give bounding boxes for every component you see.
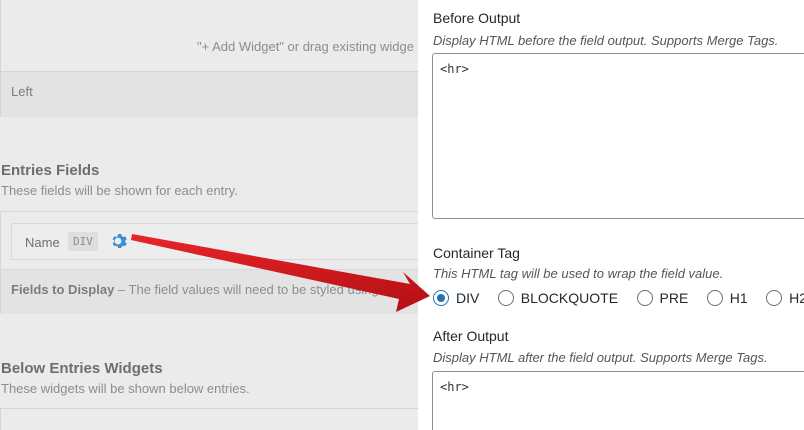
before-output-description: Display HTML before the field output. Su… xyxy=(433,33,779,48)
before-output-textarea[interactable]: <hr> xyxy=(432,53,804,219)
container-tag-description: This HTML tag will be used to wrap the f… xyxy=(433,266,724,281)
after-output-description: Display HTML after the field output. Sup… xyxy=(433,350,768,365)
layout-editor: "+ Add Widget" or drag existing widge Le… xyxy=(0,0,441,430)
field-tag-badge: DIV xyxy=(68,232,98,251)
below-widgets-description: These widgets will be shown below entrie… xyxy=(1,381,250,396)
radio-button-checked[interactable] xyxy=(433,289,449,306)
before-output-label: Before Output xyxy=(433,10,521,26)
radio-label: PRE xyxy=(659,289,689,306)
after-output-textarea[interactable]: <hr> xyxy=(432,371,804,430)
entries-fields-area: Name DIV Fields to Display – The field v… xyxy=(0,211,441,314)
below-widget-area[interactable] xyxy=(0,408,440,430)
add-widget-hint[interactable]: "+ Add Widget" or drag existing widge xyxy=(197,39,414,54)
radio-label: H2 xyxy=(789,289,804,306)
field-name-label: Name xyxy=(25,235,60,250)
radio-button[interactable] xyxy=(766,289,783,306)
radio-option-h2[interactable]: H2 xyxy=(766,289,804,306)
below-widgets-title: Below Entries Widgets xyxy=(1,360,163,377)
radio-label: H1 xyxy=(729,289,748,306)
entries-fields-description: These fields will be shown for each entr… xyxy=(1,183,238,198)
field-chip-name[interactable]: Name DIV xyxy=(11,223,441,260)
left-widget-area[interactable]: "+ Add Widget" or drag existing widge Le… xyxy=(0,0,441,117)
radio-option-blockquote[interactable]: BLOCKQUOTE xyxy=(497,289,619,306)
entries-fields-title: Entries Fields xyxy=(1,162,100,179)
field-settings-panel: Before Output Display HTML before the fi… xyxy=(418,0,804,430)
radio-button[interactable] xyxy=(706,289,723,306)
container-tag-label: Container Tag xyxy=(433,245,520,261)
fields-to-display-label: Fields to Display – The field values wil… xyxy=(1,269,441,314)
radio-option-pre[interactable]: PRE xyxy=(636,289,689,306)
gear-icon[interactable] xyxy=(108,231,128,251)
radio-label: DIV xyxy=(456,289,480,306)
radio-option-h1[interactable]: H1 xyxy=(706,289,748,306)
fields-to-display-bold: Fields to Display xyxy=(11,282,115,297)
widget-area-label: Left xyxy=(1,71,441,117)
radio-label: BLOCKQUOTE xyxy=(520,289,619,306)
container-tag-radio-group: DIV BLOCKQUOTE PRE H1 H2 xyxy=(433,289,804,309)
radio-button[interactable] xyxy=(497,289,514,306)
after-output-label: After Output xyxy=(433,328,509,344)
radio-button[interactable] xyxy=(636,289,653,306)
fields-to-display-text: – The field values will need to be style… xyxy=(114,282,379,297)
radio-option-div[interactable]: DIV xyxy=(433,289,480,306)
